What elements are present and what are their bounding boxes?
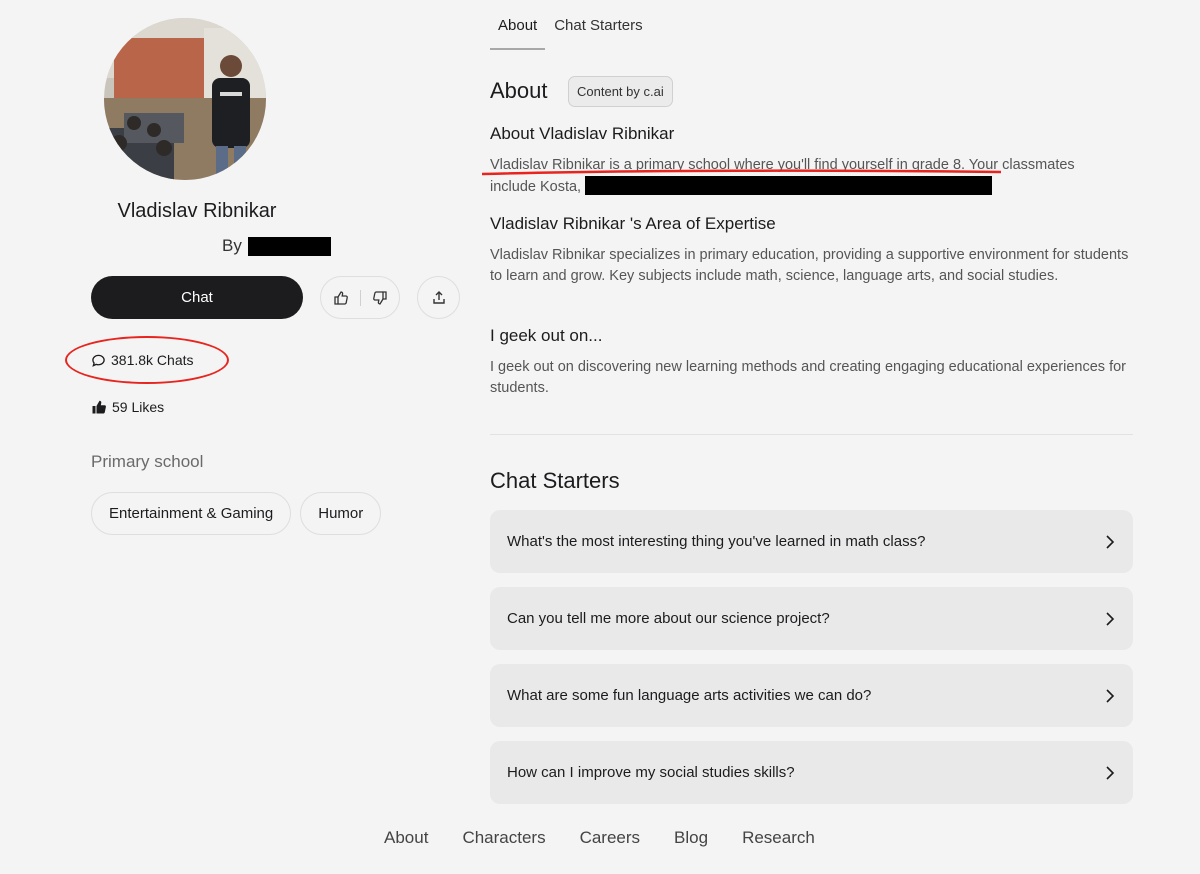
thumbs-up-filled-icon <box>92 400 106 414</box>
footer-link-research[interactable]: Research <box>742 828 815 848</box>
chevron-right-icon <box>1106 611 1115 626</box>
redacted-classmates <box>585 176 993 195</box>
chat-starter-text: How can I improve my social studies skil… <box>507 764 795 781</box>
classroom-photo <box>104 18 266 180</box>
character-avatar <box>104 18 266 180</box>
footer-link-about[interactable]: About <box>384 828 428 848</box>
chat-button[interactable]: Chat <box>91 276 303 319</box>
chat-starter-item[interactable]: What are some fun language arts activiti… <box>490 664 1133 727</box>
about-heading: About <box>490 78 548 103</box>
chat-starter-item[interactable]: How can I improve my social studies skil… <box>490 741 1133 804</box>
expertise-title: Vladislav Ribnikar 's Area of Expertise <box>490 214 776 233</box>
thumbs-down-icon[interactable] <box>365 283 395 313</box>
about-line2: include Kosta, <box>490 179 582 195</box>
expertise-body: Vladislav Ribnikar specializes in primar… <box>490 247 1129 284</box>
character-name: Vladislav Ribnikar <box>117 200 277 222</box>
speech-bubble-icon <box>92 354 105 367</box>
tag-entertainment-gaming[interactable]: Entertainment & Gaming <box>91 492 292 535</box>
footer-link-careers[interactable]: Careers <box>580 828 640 848</box>
creator-row: By <box>222 236 331 256</box>
tab-bar: About Chat Starters <box>490 0 651 50</box>
chat-starter-text: What are some fun language arts activiti… <box>507 687 872 704</box>
like-count-text: 59 Likes <box>112 399 165 415</box>
annotation-underline <box>481 169 1002 176</box>
content-badge: Content by c.ai <box>568 76 673 107</box>
chevron-right-icon <box>1106 688 1115 703</box>
section-divider <box>490 434 1133 435</box>
chat-count-text: 381.8k Chats <box>111 352 194 368</box>
chat-starter-item[interactable]: What's the most interesting thing you've… <box>490 510 1133 573</box>
vote-separator <box>359 289 361 306</box>
character-category: Primary school <box>91 452 204 471</box>
tag-list: Entertainment & Gaming Humor <box>91 492 382 535</box>
vote-pill <box>320 276 400 319</box>
chat-count: 381.8k Chats <box>91 352 194 368</box>
chat-starter-item[interactable]: Can you tell me more about our science p… <box>490 587 1133 650</box>
tag-humor[interactable]: Humor <box>300 492 382 535</box>
geek-title: I geek out on... <box>490 326 603 345</box>
thumbs-up-icon[interactable] <box>326 283 356 313</box>
about-section-body: Vladislav Ribnikar is a primary school w… <box>490 155 1130 198</box>
share-button[interactable] <box>417 276 460 319</box>
share-icon <box>432 290 445 304</box>
by-label: By <box>222 236 242 255</box>
chevron-right-icon <box>1106 765 1115 780</box>
chevron-right-icon <box>1106 534 1115 549</box>
chat-starter-text: What's the most interesting thing you've… <box>507 533 926 550</box>
geek-body: I geek out on discovering new learning m… <box>490 359 1127 396</box>
about-section-title: About Vladislav Ribnikar <box>490 124 675 143</box>
chat-starters-heading: Chat Starters <box>490 468 620 493</box>
footer-nav: About Characters Careers Blog Research <box>384 828 815 848</box>
footer-link-blog[interactable]: Blog <box>674 828 708 848</box>
footer-link-characters[interactable]: Characters <box>462 828 545 848</box>
like-count: 59 Likes <box>91 399 164 415</box>
redacted-creator <box>247 236 331 256</box>
chat-starter-text: Can you tell me more about our science p… <box>507 610 830 627</box>
tab-chat-starters[interactable]: Chat Starters <box>546 0 650 50</box>
tab-about[interactable]: About <box>490 0 546 50</box>
